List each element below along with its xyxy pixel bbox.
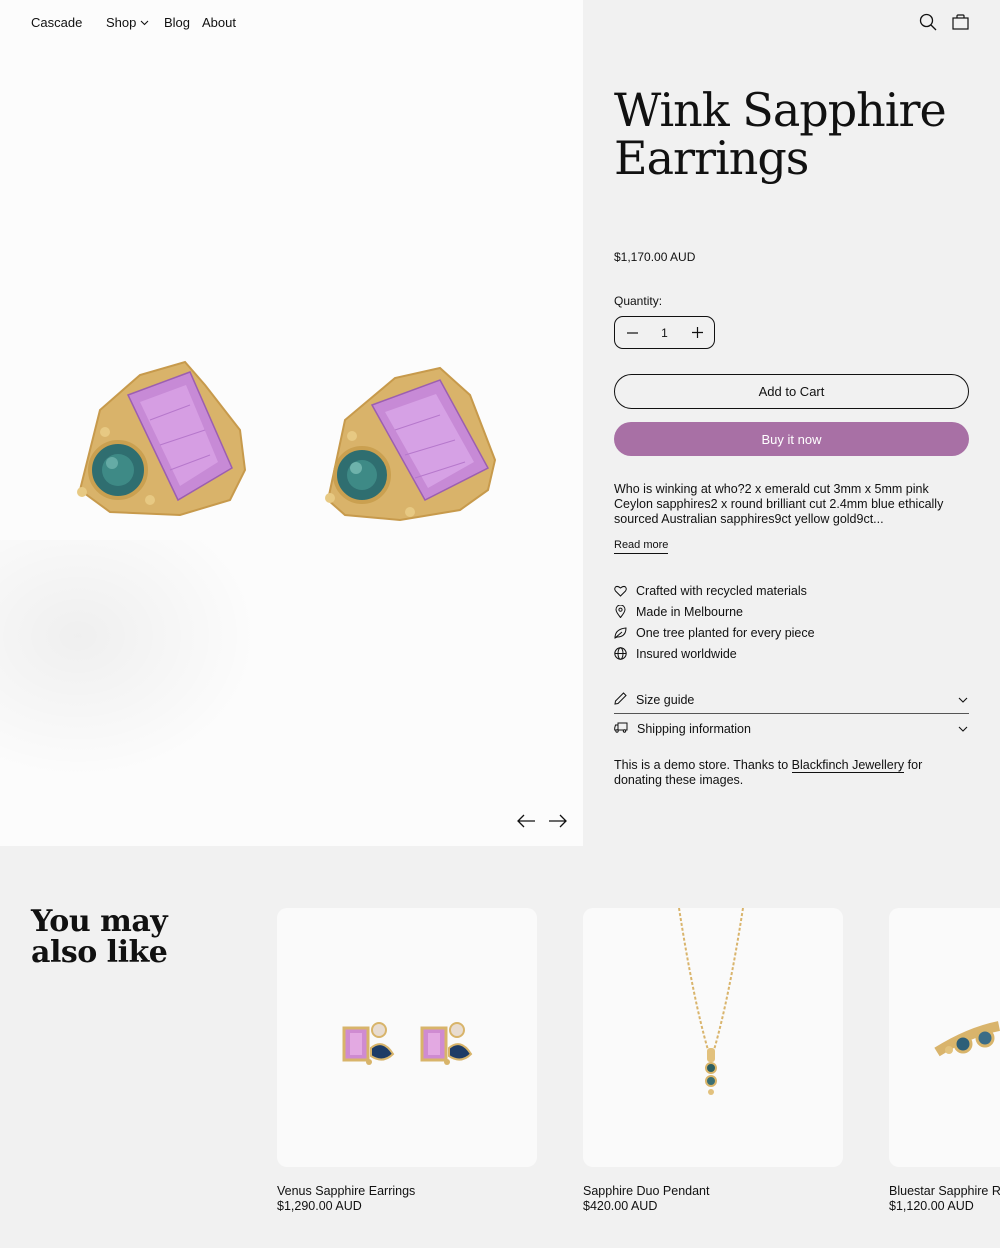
read-more-link[interactable]: Read more xyxy=(614,539,669,554)
related-title: You may also like xyxy=(31,904,168,970)
chevron-down-icon xyxy=(957,723,969,735)
demo-store-note: This is a demo store. Thanks to Blackfin… xyxy=(614,758,969,788)
product-card-image[interactable] xyxy=(889,908,1000,1167)
size-guide-accordion[interactable]: Size guide xyxy=(614,686,969,714)
product-card-price: $420.00 AUD xyxy=(583,1199,658,1213)
minus-icon[interactable] xyxy=(625,326,639,340)
pencil-icon xyxy=(614,691,627,708)
product-card-name[interactable]: Venus Sapphire Earrings xyxy=(277,1184,537,1198)
feature-item: Insured worldwide xyxy=(614,643,815,664)
cart-icon[interactable] xyxy=(950,12,970,32)
brand-logo[interactable]: Cascade xyxy=(31,15,82,30)
size-guide-label: Size guide xyxy=(636,692,695,707)
quantity-stepper: 1 xyxy=(614,316,715,349)
product-card-name[interactable]: Sapphire Duo Pendant xyxy=(583,1184,843,1198)
search-icon[interactable] xyxy=(918,12,938,32)
chevron-down-icon xyxy=(140,20,149,25)
plus-icon[interactable] xyxy=(690,326,704,340)
product-price: $1,170.00 AUD xyxy=(614,250,696,264)
feature-item: Made in Melbourne xyxy=(614,601,815,622)
arrow-left-icon[interactable] xyxy=(515,812,537,830)
feature-label: Made in Melbourne xyxy=(636,604,744,619)
gallery-arrows xyxy=(515,812,569,830)
nav-about[interactable]: About xyxy=(202,15,236,30)
product-card-image[interactable] xyxy=(277,908,537,1167)
product-card[interactable]: Venus Sapphire Earrings $1,290.00 AUD xyxy=(277,908,537,1213)
note-prefix: This is a demo store. Thanks to xyxy=(614,758,792,772)
quantity-label: Quantity: xyxy=(614,294,663,308)
feature-item: One tree planted for every piece xyxy=(614,622,815,643)
right-earring xyxy=(325,366,497,522)
arrow-right-icon[interactable] xyxy=(547,812,569,830)
product-image xyxy=(77,360,497,522)
product-card-price: $1,290.00 AUD xyxy=(277,1199,362,1213)
product-card-price: $1,120.00 AUD xyxy=(889,1199,974,1213)
product-title: Wink Sapphire Earrings xyxy=(614,83,947,185)
feature-label: One tree planted for every piece xyxy=(636,625,815,640)
add-to-cart-button[interactable]: Add to Cart xyxy=(614,374,969,409)
blackfinch-link[interactable]: Blackfinch Jewellery xyxy=(791,758,905,773)
shipping-accordion[interactable]: Shipping information xyxy=(614,715,969,743)
chevron-down-icon xyxy=(957,694,969,706)
left-earring xyxy=(77,360,247,517)
feature-label: Insured worldwide xyxy=(636,646,737,661)
product-card[interactable]: Bluestar Sapphire R $1,120.00 AUD xyxy=(889,908,1000,1213)
product-card[interactable]: Sapphire Duo Pendant $420.00 AUD xyxy=(583,908,843,1213)
buy-now-button[interactable]: Buy it now xyxy=(614,422,969,456)
feature-label: Crafted with recycled materials xyxy=(636,583,807,598)
nav-shop-label: Shop xyxy=(106,15,137,30)
product-card-name[interactable]: Bluestar Sapphire R xyxy=(889,1184,1000,1198)
product-description: Who is winking at who?2 x emerald cut 3m… xyxy=(614,482,944,526)
truck-icon xyxy=(614,722,628,736)
product-gallery xyxy=(0,0,583,846)
nav-shop[interactable]: Shop xyxy=(106,15,149,30)
feature-list: Crafted with recycled materials Made in … xyxy=(614,580,815,664)
leaf-icon xyxy=(614,626,627,639)
feature-item: Crafted with recycled materials xyxy=(614,580,815,601)
product-card-image[interactable] xyxy=(583,908,843,1167)
shipping-label: Shipping information xyxy=(637,722,751,736)
location-pin-icon xyxy=(614,605,627,618)
globe-icon xyxy=(614,647,627,660)
nav-blog[interactable]: Blog xyxy=(164,15,190,30)
quantity-input[interactable]: 1 xyxy=(661,326,668,340)
heart-icon xyxy=(614,584,627,597)
